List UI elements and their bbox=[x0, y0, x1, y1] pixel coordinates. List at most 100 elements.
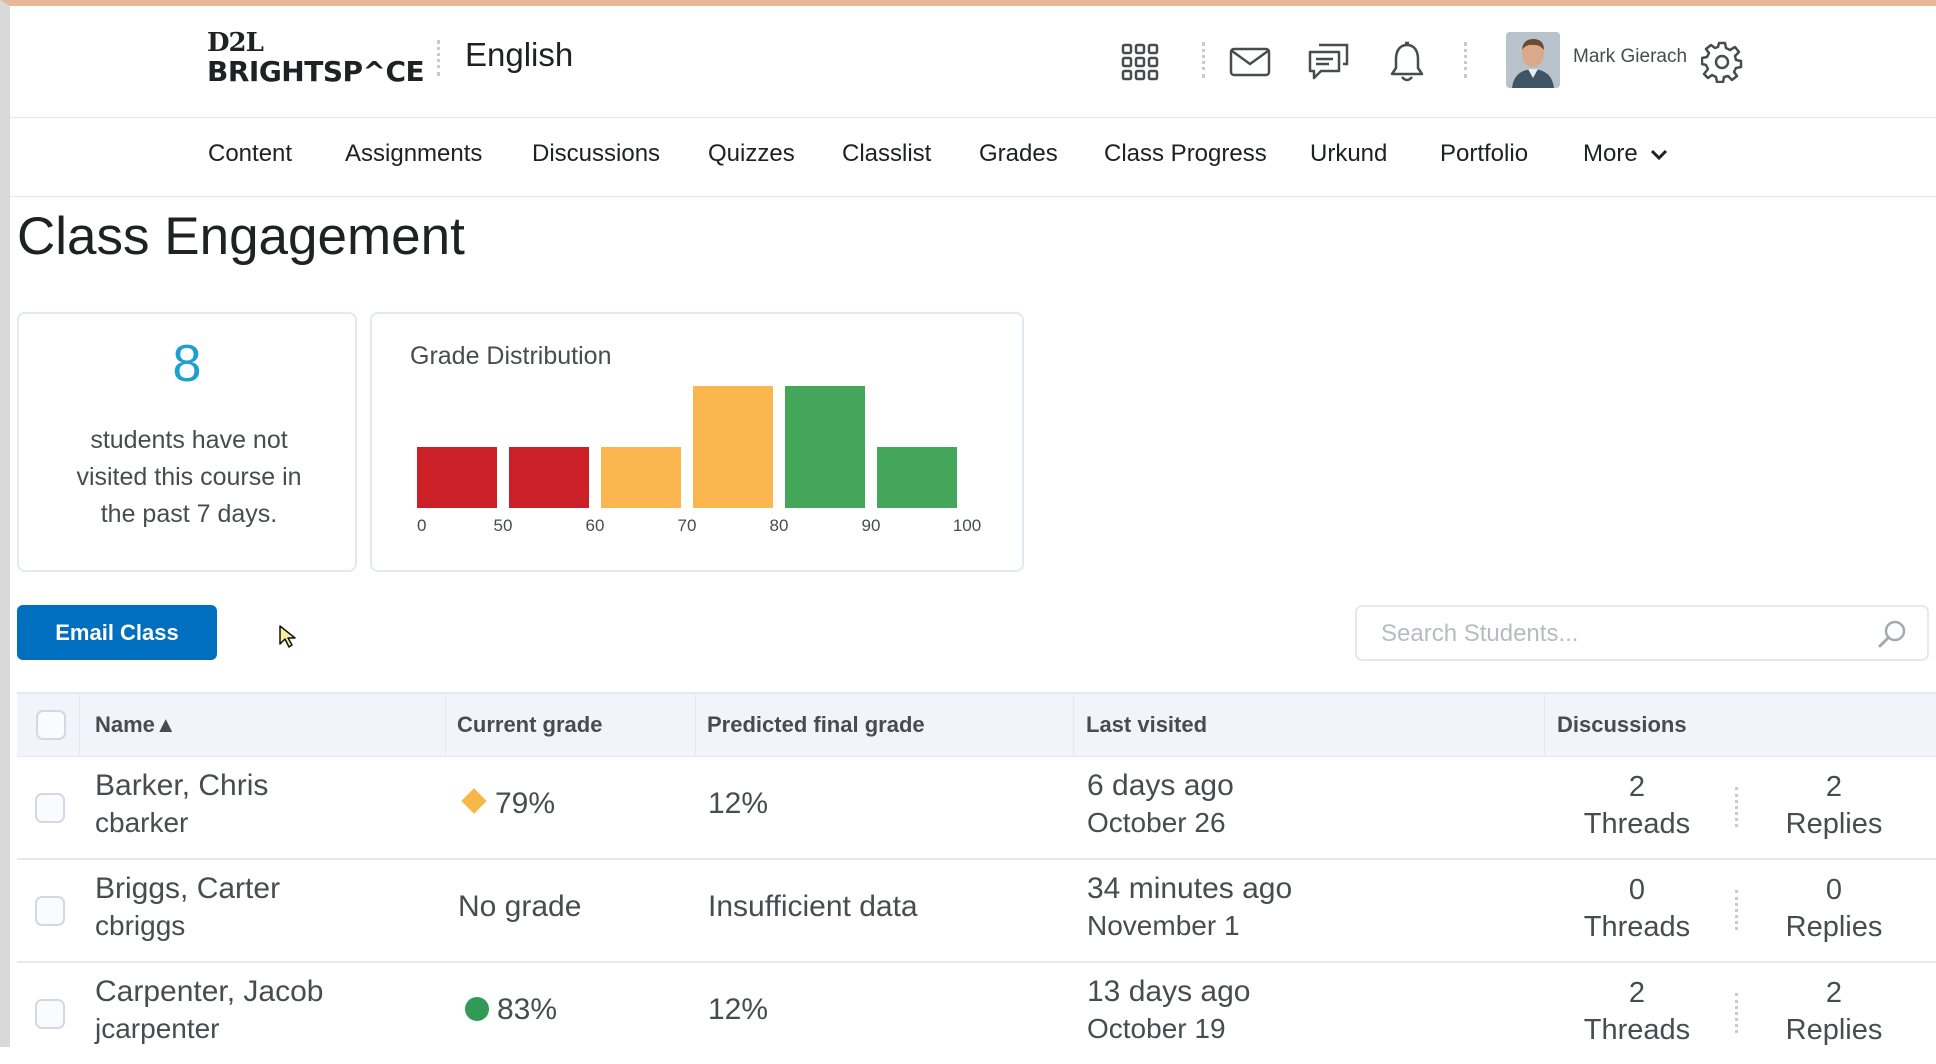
grade-warning-icon bbox=[461, 788, 487, 814]
last-visited: 6 days ago bbox=[1087, 769, 1234, 802]
nav-item-classlist[interactable]: Classlist bbox=[842, 140, 931, 168]
row-checkbox[interactable] bbox=[35, 793, 65, 823]
grade-distribution-card[interactable]: Grade Distribution 0 50 60 70 80 90 100 bbox=[370, 312, 1024, 572]
column-divider bbox=[695, 694, 696, 756]
page-title: Class Engagement bbox=[17, 207, 465, 266]
student-username: cbarker bbox=[95, 807, 189, 838]
replies-count[interactable]: 0 Replies bbox=[1774, 872, 1894, 946]
student-name[interactable]: Briggs, Carter bbox=[95, 872, 280, 906]
chevron-down-icon bbox=[1651, 149, 1668, 161]
threads-number: 2 bbox=[1628, 977, 1646, 1009]
header-current-grade[interactable]: Current grade bbox=[457, 712, 602, 738]
replies-label: Replies bbox=[1785, 1014, 1883, 1046]
tick-label: 90 bbox=[862, 516, 881, 535]
header-predicted-grade[interactable]: Predicted final grade bbox=[707, 712, 925, 738]
bar-80-90[interactable] bbox=[785, 386, 865, 508]
last-visited-date: October 19 bbox=[1087, 1013, 1226, 1044]
current-grade: 83% bbox=[465, 993, 557, 1027]
header-divider bbox=[1202, 42, 1209, 78]
discussion-divider bbox=[1735, 787, 1742, 827]
nav-item-grades[interactable]: Grades bbox=[979, 140, 1058, 168]
header-last-visited[interactable]: Last visited bbox=[1086, 712, 1207, 738]
threads-label: Threads bbox=[1583, 1014, 1691, 1046]
brightspace-logo[interactable]: D2L BRIGHTSP^CE bbox=[207, 28, 425, 88]
header-divider bbox=[437, 40, 444, 76]
nav-item-urkund[interactable]: Urkund bbox=[1310, 140, 1387, 168]
replies-number: 0 bbox=[1825, 874, 1843, 906]
waffle-icon[interactable] bbox=[1118, 40, 1162, 84]
student-name[interactable]: Carpenter, Jacob bbox=[95, 975, 323, 1009]
bar-90-100[interactable] bbox=[877, 447, 957, 508]
grade-good-icon bbox=[465, 997, 489, 1021]
threads-count[interactable]: 2 Threads bbox=[1577, 975, 1697, 1049]
student-name[interactable]: Barker, Chris bbox=[95, 769, 268, 803]
bar-50-60[interactable] bbox=[509, 447, 589, 508]
course-navbar: Content Assignments Discussions Quizzes … bbox=[10, 117, 1936, 197]
grade-distribution-chart: 0 50 60 70 80 90 100 bbox=[417, 386, 981, 535]
search-icon[interactable] bbox=[1877, 619, 1907, 649]
bar-0-50[interactable] bbox=[417, 447, 497, 508]
select-all-checkbox[interactable] bbox=[36, 710, 66, 740]
replies-label: Replies bbox=[1785, 911, 1883, 943]
nav-more-label: More bbox=[1583, 140, 1638, 167]
header-name[interactable]: Name▲ bbox=[95, 712, 177, 738]
email-class-button[interactable]: Email Class bbox=[17, 605, 217, 660]
current-grade: 79% bbox=[461, 787, 556, 821]
bar-60-70[interactable] bbox=[601, 447, 681, 508]
top-header: D2L BRIGHTSP^CE English Mark Gierach bbox=[10, 6, 1936, 117]
nav-item-portfolio[interactable]: Portfolio bbox=[1440, 140, 1528, 168]
nav-item-quizzes[interactable]: Quizzes bbox=[708, 140, 795, 168]
avatar[interactable] bbox=[1506, 32, 1560, 88]
tick-label: 0 bbox=[417, 516, 426, 535]
column-divider bbox=[1544, 694, 1545, 756]
nav-item-assignments[interactable]: Assignments bbox=[345, 140, 482, 168]
column-divider bbox=[1073, 694, 1074, 756]
column-divider bbox=[445, 694, 446, 756]
header-discussions[interactable]: Discussions bbox=[1557, 712, 1687, 738]
chat-icon[interactable] bbox=[1307, 40, 1351, 84]
grade-value: 79% bbox=[495, 787, 556, 820]
table-row[interactable]: Carpenter, Jacob jcarpenter 83% 12% 13 d… bbox=[17, 963, 1936, 1064]
nav-item-discussions[interactable]: Discussions bbox=[532, 140, 660, 168]
logo-d2l: D2L bbox=[207, 28, 264, 58]
replies-count[interactable]: 2 Replies bbox=[1774, 769, 1894, 843]
course-name[interactable]: English bbox=[465, 36, 573, 74]
replies-label: Replies bbox=[1785, 808, 1883, 840]
last-visited: 13 days ago bbox=[1087, 975, 1251, 1008]
replies-count[interactable]: 2 Replies bbox=[1774, 975, 1894, 1049]
search-input[interactable] bbox=[1379, 617, 1853, 651]
threads-label: Threads bbox=[1583, 808, 1691, 840]
not-visited-text: students have not visited this course in… bbox=[76, 426, 302, 528]
threads-count[interactable]: 0 Threads bbox=[1577, 872, 1697, 946]
grade-value: 83% bbox=[497, 993, 558, 1026]
mouse-cursor-icon bbox=[279, 625, 296, 648]
discussion-divider bbox=[1735, 993, 1742, 1033]
student-username: jcarpenter bbox=[95, 1013, 220, 1044]
table-row[interactable]: Briggs, Carter cbriggs No grade Insuffic… bbox=[17, 860, 1936, 963]
nav-item-content[interactable]: Content bbox=[208, 140, 292, 168]
table-row[interactable]: Barker, Chris cbarker 79% 12% 6 days ago… bbox=[17, 757, 1936, 860]
mail-icon[interactable] bbox=[1228, 40, 1272, 84]
user-name[interactable]: Mark Gierach bbox=[1573, 46, 1687, 68]
threads-label: Threads bbox=[1583, 911, 1691, 943]
row-checkbox[interactable] bbox=[35, 896, 65, 926]
gear-icon[interactable] bbox=[1700, 40, 1744, 84]
discussion-divider bbox=[1735, 890, 1742, 930]
column-divider bbox=[79, 694, 80, 756]
row-checkbox[interactable] bbox=[35, 999, 65, 1029]
threads-number: 0 bbox=[1628, 874, 1646, 906]
current-grade: No grade bbox=[458, 890, 582, 923]
predicted-grade: Insufficient data bbox=[708, 890, 918, 923]
not-visited-card[interactable]: 8 students have not visited this course … bbox=[17, 312, 357, 572]
bar-70-80[interactable] bbox=[693, 386, 773, 508]
logo-brightspace: BRIGHTSP^CE bbox=[207, 55, 425, 88]
last-visited: 34 minutes ago bbox=[1087, 872, 1293, 905]
nav-item-more[interactable]: More bbox=[1583, 140, 1668, 168]
bell-icon[interactable] bbox=[1385, 40, 1429, 84]
replies-number: 2 bbox=[1825, 977, 1843, 1009]
search-students bbox=[1355, 605, 1929, 661]
replies-number: 2 bbox=[1825, 771, 1843, 803]
nav-item-class-progress[interactable]: Class Progress bbox=[1104, 140, 1267, 168]
tick-label: 100 bbox=[953, 516, 981, 535]
threads-count[interactable]: 2 Threads bbox=[1577, 769, 1697, 843]
